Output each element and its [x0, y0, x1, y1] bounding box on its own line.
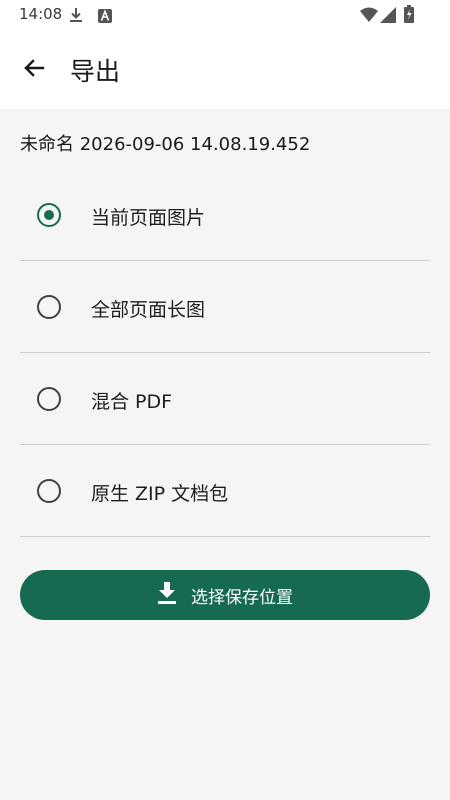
back-arrow-icon [22, 56, 46, 84]
option-all-pages-long-image[interactable]: 全部页面长图 [20, 262, 430, 353]
option-label: 原生 ZIP 文档包 [91, 483, 229, 505]
option-current-page-image[interactable]: 当前页面图片 [20, 170, 430, 261]
download-icon [68, 7, 84, 27]
radio-button[interactable] [37, 387, 61, 411]
save-button-label: 选择保存位置 [191, 587, 293, 608]
a-badge-icon [98, 8, 112, 27]
radio-button-selected[interactable] [37, 203, 61, 227]
choose-save-location-button[interactable]: 选择保存位置 [20, 570, 430, 620]
battery-icon [404, 5, 414, 27]
option-label: 全部页面长图 [91, 299, 206, 321]
radio-button[interactable] [37, 295, 61, 319]
download-icon [157, 582, 177, 608]
back-button[interactable] [16, 52, 52, 88]
option-mixed-pdf[interactable]: 混合 PDF [20, 354, 430, 445]
option-label: 当前页面图片 [91, 207, 206, 229]
wifi-icon [360, 7, 378, 27]
radio-button[interactable] [37, 479, 61, 503]
option-native-zip[interactable]: 原生 ZIP 文档包 [20, 446, 430, 537]
file-name: 未命名 2026-09-06 14.08.19.452 [20, 134, 311, 155]
page-title: 导出 [70, 57, 121, 86]
app-bar: 导出 [0, 30, 450, 109]
status-time: 14:08 [19, 5, 63, 23]
signal-icon [380, 7, 396, 27]
status-bar: 14:08 [0, 0, 450, 30]
export-options: 当前页面图片 全部页面长图 混合 PDF 原生 ZIP 文档包 [20, 170, 430, 537]
option-label: 混合 PDF [91, 391, 173, 413]
